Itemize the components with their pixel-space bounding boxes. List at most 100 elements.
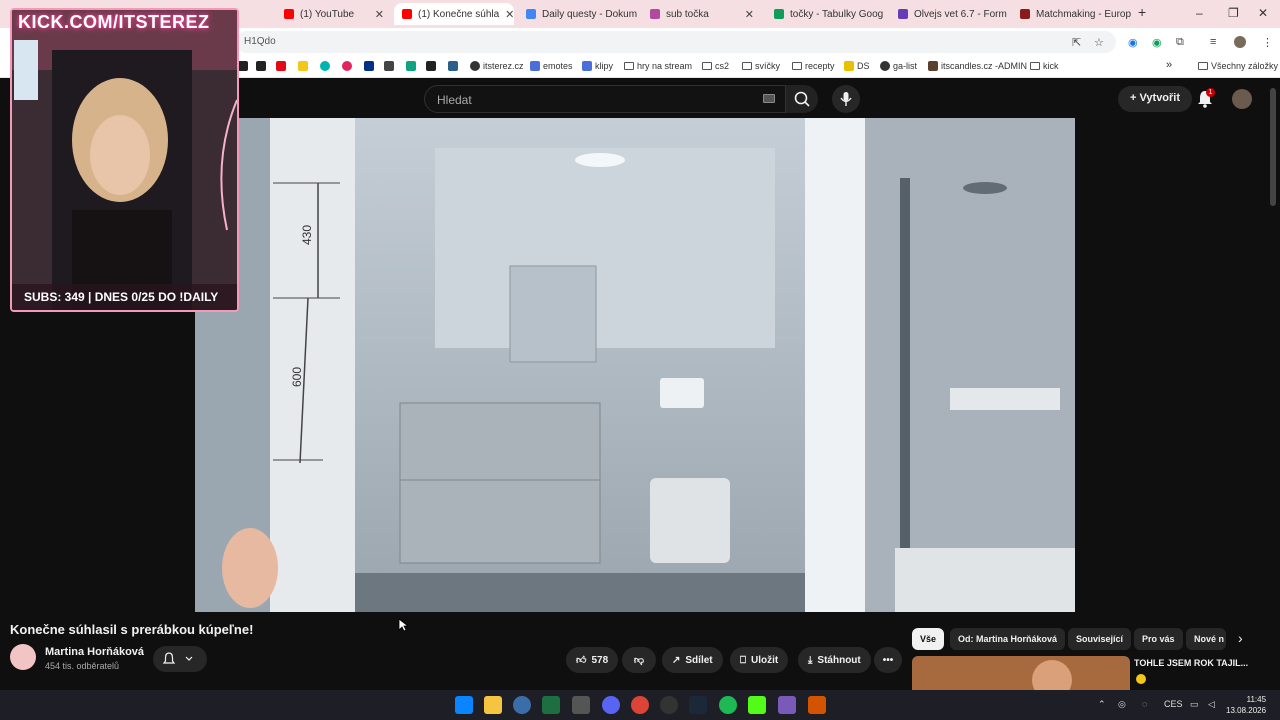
site-icon [650,9,660,19]
kick-icon[interactable] [748,696,766,714]
chevron-up-icon[interactable]: ⌃ [1098,699,1106,710]
search-button[interactable] [786,85,818,113]
create-button[interactable]: + Vytvořit [1118,86,1193,112]
chip-all[interactable]: Vše [912,628,945,650]
recommendation-title[interactable]: TOHLE JSEM ROK TAJIL... [1134,658,1248,668]
site-icon [844,61,854,71]
bookmark-icon[interactable] [448,61,458,71]
close-icon[interactable]: ✕ [745,8,754,21]
tab-youtube[interactable]: (1) YouTube ✕ [276,3,392,25]
star-icon[interactable]: ☆ [1094,36,1104,49]
bookmark-icon[interactable] [342,61,352,71]
keyboard-icon[interactable] [763,94,775,103]
bookmark-icon[interactable] [426,61,436,71]
bookmark-itsterez[interactable]: itsterez.cz [470,61,524,71]
netflix-icon[interactable] [276,61,286,71]
media-icon[interactable]: ≡ [1210,36,1216,48]
app-icon[interactable] [572,696,590,714]
chip-for-you[interactable]: Pro vás [1134,628,1183,650]
chip-from-channel[interactable]: Od: Martina Horňáková [950,628,1066,650]
download-button[interactable]: ⤓ Stáhnout [798,647,871,673]
spotify-icon[interactable] [719,696,737,714]
bookmark-folder-hry[interactable]: hry na stream [624,61,692,71]
tab-tocky-sheets[interactable]: točky - Tabulky Goog ✕ [766,3,886,25]
bookmark-label: DS [857,61,870,71]
tray-icon[interactable]: ◎ [1118,699,1126,710]
obs-icon[interactable] [660,696,678,714]
file-explorer-icon[interactable] [484,696,502,714]
video-player[interactable]: 430 600 [195,118,1075,612]
bookmark-folder-svicky[interactable]: svíčky [742,61,780,71]
install-icon[interactable]: ⇱ [1072,36,1081,49]
bookmark-icon[interactable] [256,61,266,71]
chip-related[interactable]: Související [1068,628,1132,650]
bookmark-icon[interactable] [238,61,248,71]
close-window-icon[interactable]: ✕ [1258,6,1268,20]
chrome-icon[interactable] [631,696,649,714]
avatar[interactable] [1232,89,1252,109]
chip-new[interactable]: Nové n [1186,628,1226,650]
bookmark-itscandles[interactable]: itscandles.cz -ADMIN [928,61,1027,71]
channel-name[interactable]: Martina Horňáková [45,646,144,658]
notification-badge: 1 [1206,88,1215,97]
like-button[interactable]: 👍︎ 578 [566,647,619,673]
volume-icon[interactable]: ◁ [1208,699,1215,710]
windows-start-icon[interactable] [455,696,473,714]
voice-search-button[interactable] [832,85,860,113]
all-bookmarks[interactable]: Všechny záložky [1198,61,1278,71]
bookmark-label: kick [1043,61,1059,71]
menu-icon[interactable]: ⋮ [1262,36,1273,49]
clock[interactable]: 11:45 13.08.2026 [1226,694,1266,716]
bookmark-klipy[interactable]: klipy [582,61,613,71]
new-tab-button[interactable]: + [1138,4,1146,20]
puzzle-icon[interactable]: ⧉ [1176,36,1184,49]
tab-daily-questy[interactable]: Daily questy - Dokum ✕ [518,3,638,25]
maximize-icon[interactable]: ❐ [1228,6,1239,20]
share-button[interactable]: ↗ Sdílet [662,647,723,673]
minimize-icon[interactable]: – [1196,6,1203,20]
bookmark-folder-cs2[interactable]: cs2 [702,61,729,71]
brave-icon[interactable] [808,696,826,714]
more-bookmarks-icon[interactable]: » [1166,59,1172,71]
close-icon[interactable]: ✕ [375,8,384,21]
profile-icon[interactable] [1234,36,1246,48]
extension-icon[interactable]: ◉ [1152,36,1162,49]
bookmark-ga-list[interactable]: ga-list [880,61,917,71]
bookmark-emotes[interactable]: emotes [530,61,573,71]
extension-icon[interactable]: ◉ [1128,36,1138,49]
tab-matchmaking[interactable]: Matchmaking - Europ ✕ [1012,3,1132,25]
monitor-icon[interactable]: ▭ [1190,699,1199,710]
tab-forms[interactable]: Olvejs vet 6.7 - Form ✕ [890,3,1010,25]
bookmark-icon[interactable] [320,61,330,71]
steam-icon[interactable] [689,696,707,714]
bookmark-icon[interactable] [298,61,308,71]
search-input[interactable]: Hledat [424,85,786,113]
channel-avatar[interactable] [10,644,36,670]
discord-icon[interactable] [602,696,620,714]
more-actions-button[interactable]: ••• [874,647,902,673]
dislike-button[interactable]: 👎︎ [622,647,656,673]
like-count: 578 [591,654,609,666]
close-icon[interactable]: ✕ [505,8,514,21]
scrollbar[interactable] [1270,88,1276,206]
bookmark-icon[interactable] [406,61,416,71]
app-icon[interactable] [778,696,796,714]
bookmark-label: cs2 [715,61,730,71]
recommendation-thumbnail[interactable] [912,656,1130,690]
bookmark-folder-kick[interactable]: kick [1030,61,1059,71]
save-button[interactable]: ⎕ Uložit [730,647,789,673]
tab-sub-tocka[interactable]: sub točka ✕ [642,3,762,25]
tab-video[interactable]: (1) Konečne súhla ✕ [394,3,514,25]
language-indicator[interactable]: CES [1164,699,1183,709]
address-bar[interactable]: H1Qdo [236,31,1116,53]
bookmark-ds[interactable]: DS [844,61,870,71]
bookmark-folder-recepty[interactable]: recepty [792,61,835,71]
chevron-right-icon[interactable]: › [1238,630,1243,646]
bookmark-icon[interactable] [384,61,394,71]
paypal-icon[interactable] [364,61,374,71]
tray-icon[interactable]: ◌ [1142,699,1147,709]
share-icon: ↗ [672,654,681,666]
app-icon[interactable] [513,696,531,714]
subscription-bell-button[interactable] [153,646,207,672]
excel-icon[interactable] [542,696,560,714]
